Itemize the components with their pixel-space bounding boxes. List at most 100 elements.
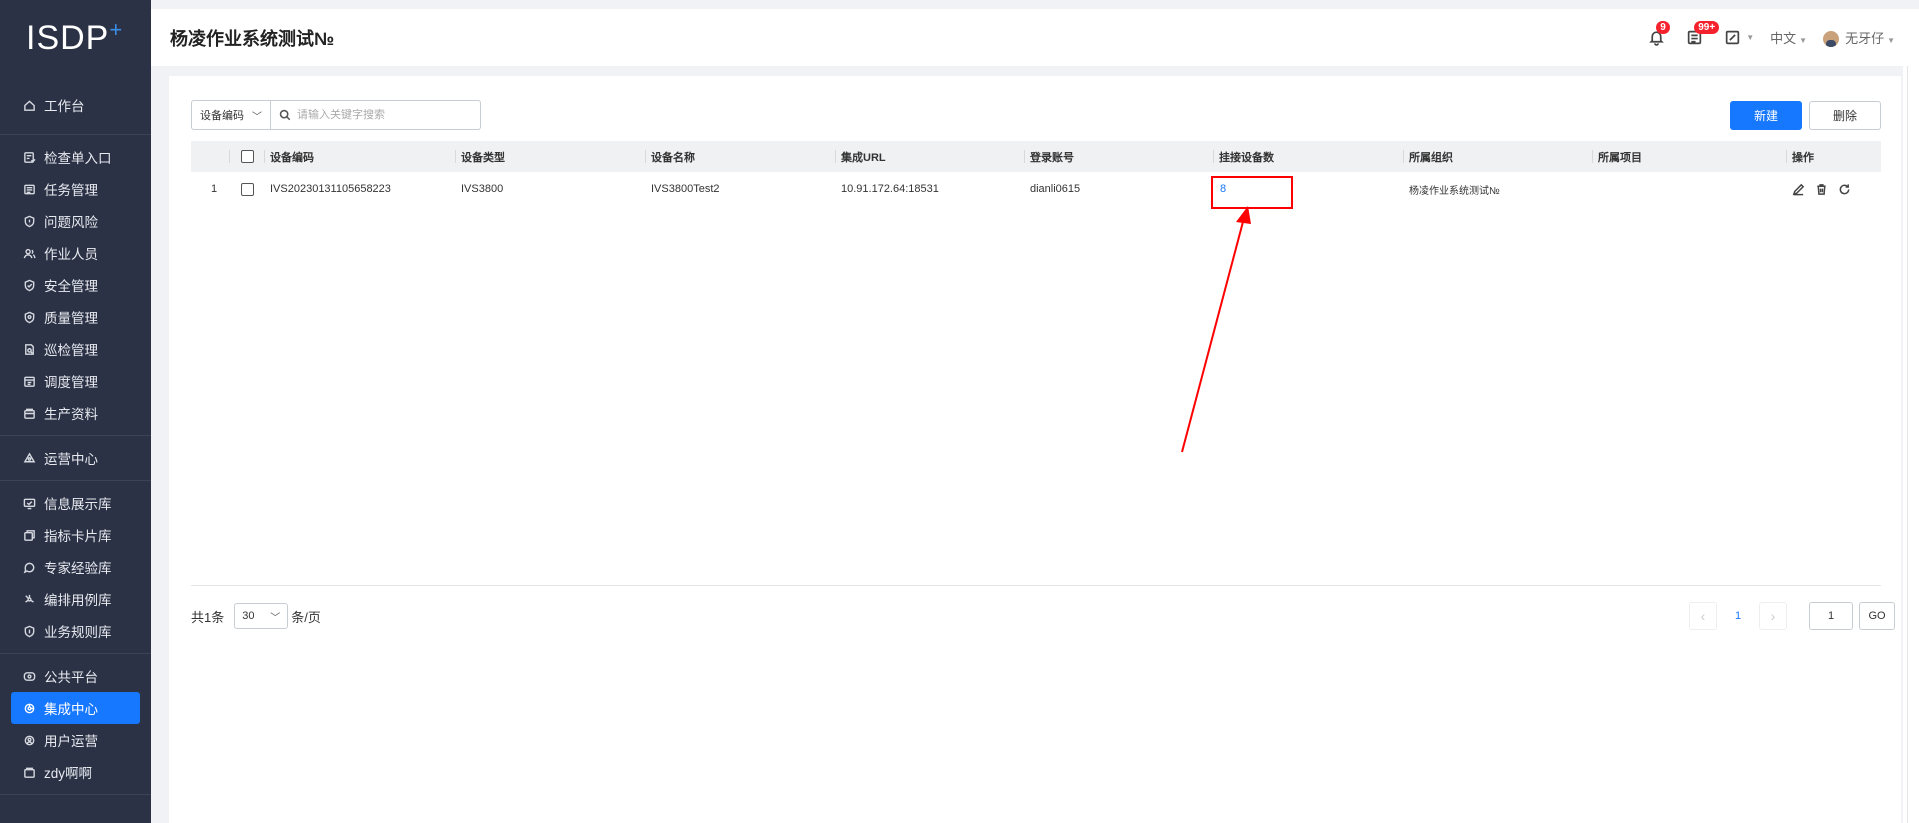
sidebar-item[interactable]: 检查单入口 [0, 141, 151, 173]
filter-field-label: 设备编码 [200, 110, 244, 122]
app-switch-button[interactable]: ▼ [1721, 27, 1754, 49]
sidebar-item-label: 问题风险 [44, 215, 98, 230]
filter-field-select[interactable]: 设备编码 ﹀ [191, 100, 271, 130]
header-integration-url[interactable]: 集成URL [835, 141, 1024, 172]
sidebar-item-label: 工作台 [44, 99, 85, 114]
cell-device-code: IVS20230131105658223 [270, 183, 391, 195]
schedule-icon [22, 374, 36, 388]
card-icon [22, 528, 36, 542]
header-device-count[interactable]: 挂接设备数 [1213, 141, 1403, 172]
operation-icon [22, 451, 36, 465]
sidebar-item-label: zdy啊啊 [44, 766, 93, 781]
language-select[interactable]: 中文 ▼ [1770, 28, 1807, 47]
sidebar-item[interactable]: 运营中心 [0, 442, 151, 474]
row-checkbox-cell [229, 172, 264, 206]
sidebar-item[interactable]: 专家经验库 [0, 551, 151, 583]
new-button[interactable]: 新建 [1730, 101, 1802, 130]
page-jump-input[interactable]: 1 [1809, 602, 1853, 630]
table-header: 设备编码 设备类型 设备名称 集成URL 登录账号 挂接设备数 所属组织 所属项… [191, 141, 1881, 172]
page-size-value: 30 [242, 610, 255, 622]
table-row[interactable]: 1 IVS20230131105658223 IVS3800 IVS3800Te… [191, 172, 1881, 206]
main-panel: 设备编码 ﹀ 新建 删除 设备编码 设备类型 设备名称 集成URL 登录账号 挂… [169, 76, 1901, 823]
sidebar-item-label: 集成中心 [44, 702, 98, 717]
cell-project [1592, 172, 1786, 206]
footer-divider [191, 585, 1881, 586]
delete-button[interactable]: 删除 [1809, 101, 1881, 130]
chevron-left-icon: ‹ [1700, 608, 1706, 624]
search-input[interactable] [297, 109, 467, 121]
select-all-checkbox[interactable] [241, 150, 254, 163]
sidebar-item-label: 编排用例库 [44, 593, 112, 608]
search-bar: 设备编码 ﹀ [191, 100, 481, 130]
search-box [271, 100, 481, 130]
tasks-button[interactable]: 99+ [1683, 20, 1720, 49]
sidebar-item[interactable]: 公共平台 [0, 660, 151, 692]
prev-page-button[interactable]: ‹ [1689, 602, 1717, 630]
per-page-label: 条/页 [291, 609, 321, 625]
sidebar-item[interactable]: 业务规则库 [0, 615, 151, 647]
custom-icon [22, 765, 36, 779]
header-device-code[interactable]: 设备编码 [264, 141, 455, 172]
header-device-type[interactable]: 设备类型 [455, 141, 645, 172]
header-device-name[interactable]: 设备名称 [645, 141, 835, 172]
notification-button[interactable]: 9 [1645, 20, 1670, 49]
sidebar-item[interactable]: 指标卡片库 [0, 519, 151, 551]
sidebar-item-label: 巡检管理 [44, 343, 98, 358]
refresh-icon[interactable] [1838, 183, 1851, 196]
go-button[interactable]: GO [1859, 602, 1895, 630]
logo[interactable]: ISDP + [0, 0, 151, 76]
sidebar-item[interactable]: 安全管理 [0, 269, 151, 301]
sidebar-item[interactable]: 生产资料 [0, 397, 151, 429]
sidebar-item[interactable]: 信息展示库 [0, 487, 151, 519]
inspection-icon [22, 342, 36, 356]
sidebar-item[interactable]: 调度管理 [0, 365, 151, 397]
monitor-icon [22, 496, 36, 510]
shield-alert-icon [22, 214, 36, 228]
task-icon [22, 182, 36, 196]
edit-icon[interactable] [1792, 183, 1805, 196]
logo-suffix: + [109, 17, 124, 42]
trash-icon[interactable] [1815, 183, 1828, 196]
sidebar-item[interactable]: 问题风险 [0, 205, 151, 237]
header-org[interactable]: 所属组织 [1403, 141, 1592, 172]
sidebar-item[interactable]: 巡检管理 [0, 333, 151, 365]
cell-device-name: IVS3800Test2 [651, 183, 720, 195]
sidebar: ISDP + 工作台检查单入口任务管理问题风险作业人员 安全管理 质量管理巡检管理调度… [0, 0, 151, 823]
sidebar-item[interactable]: 质量管理 [0, 301, 151, 333]
total-count: 共1条 [191, 609, 225, 625]
sidebar-item-label: 生产资料 [44, 407, 98, 422]
sidebar-item-label: 任务管理 [44, 183, 98, 198]
cell-org: 杨凌作业系统测试№ [1409, 185, 1500, 197]
username: 无牙仔 [1845, 30, 1885, 46]
header-login-account[interactable]: 登录账号 [1024, 141, 1213, 172]
checklist-icon [22, 150, 36, 164]
sidebar-item-label: 调度管理 [44, 375, 98, 390]
sidebar-item[interactable]: 用户运营 [0, 724, 151, 756]
chevron-down-icon: ﹀ [270, 612, 281, 624]
page-size-select[interactable]: 30 ﹀ [234, 603, 289, 629]
avatar [1823, 31, 1840, 48]
next-page-button[interactable]: › [1759, 602, 1787, 630]
chevron-down-icon: ▼ [1746, 33, 1755, 42]
home-icon [22, 98, 36, 112]
sidebar-group: 检查单入口任务管理问题风险作业人员 安全管理 质量管理巡检管理调度管理生产资料 [0, 135, 151, 436]
sidebar-item-label: 信息展示库 [44, 497, 112, 512]
chevron-down-icon: ▼ [1887, 35, 1895, 45]
rule-icon [22, 624, 36, 638]
users-icon [22, 246, 36, 260]
sidebar-item[interactable]: 编排用例库 [0, 583, 151, 615]
sidebar-item[interactable]: 作业人员 [0, 237, 151, 269]
search-icon [279, 109, 291, 121]
sidebar-item[interactable]: 工作台 [0, 88, 151, 122]
sidebar-item[interactable]: 任务管理 [0, 173, 151, 205]
row-checkbox[interactable] [241, 182, 254, 196]
page-number-current[interactable]: 1 [1727, 610, 1749, 622]
header-project[interactable]: 所属项目 [1592, 141, 1786, 172]
scrollbar-track[interactable] [1903, 66, 1919, 823]
header-checkbox-cell [229, 141, 264, 172]
user-menu[interactable]: 无牙仔 ▼ [1823, 28, 1895, 48]
sidebar-item[interactable]: 集成中心 [11, 692, 140, 724]
chevron-down-icon: ▼ [1799, 36, 1808, 45]
sidebar-item[interactable]: zdy啊啊 [0, 756, 151, 788]
cell-integration-url: 10.91.172.64:18531 [841, 183, 939, 195]
